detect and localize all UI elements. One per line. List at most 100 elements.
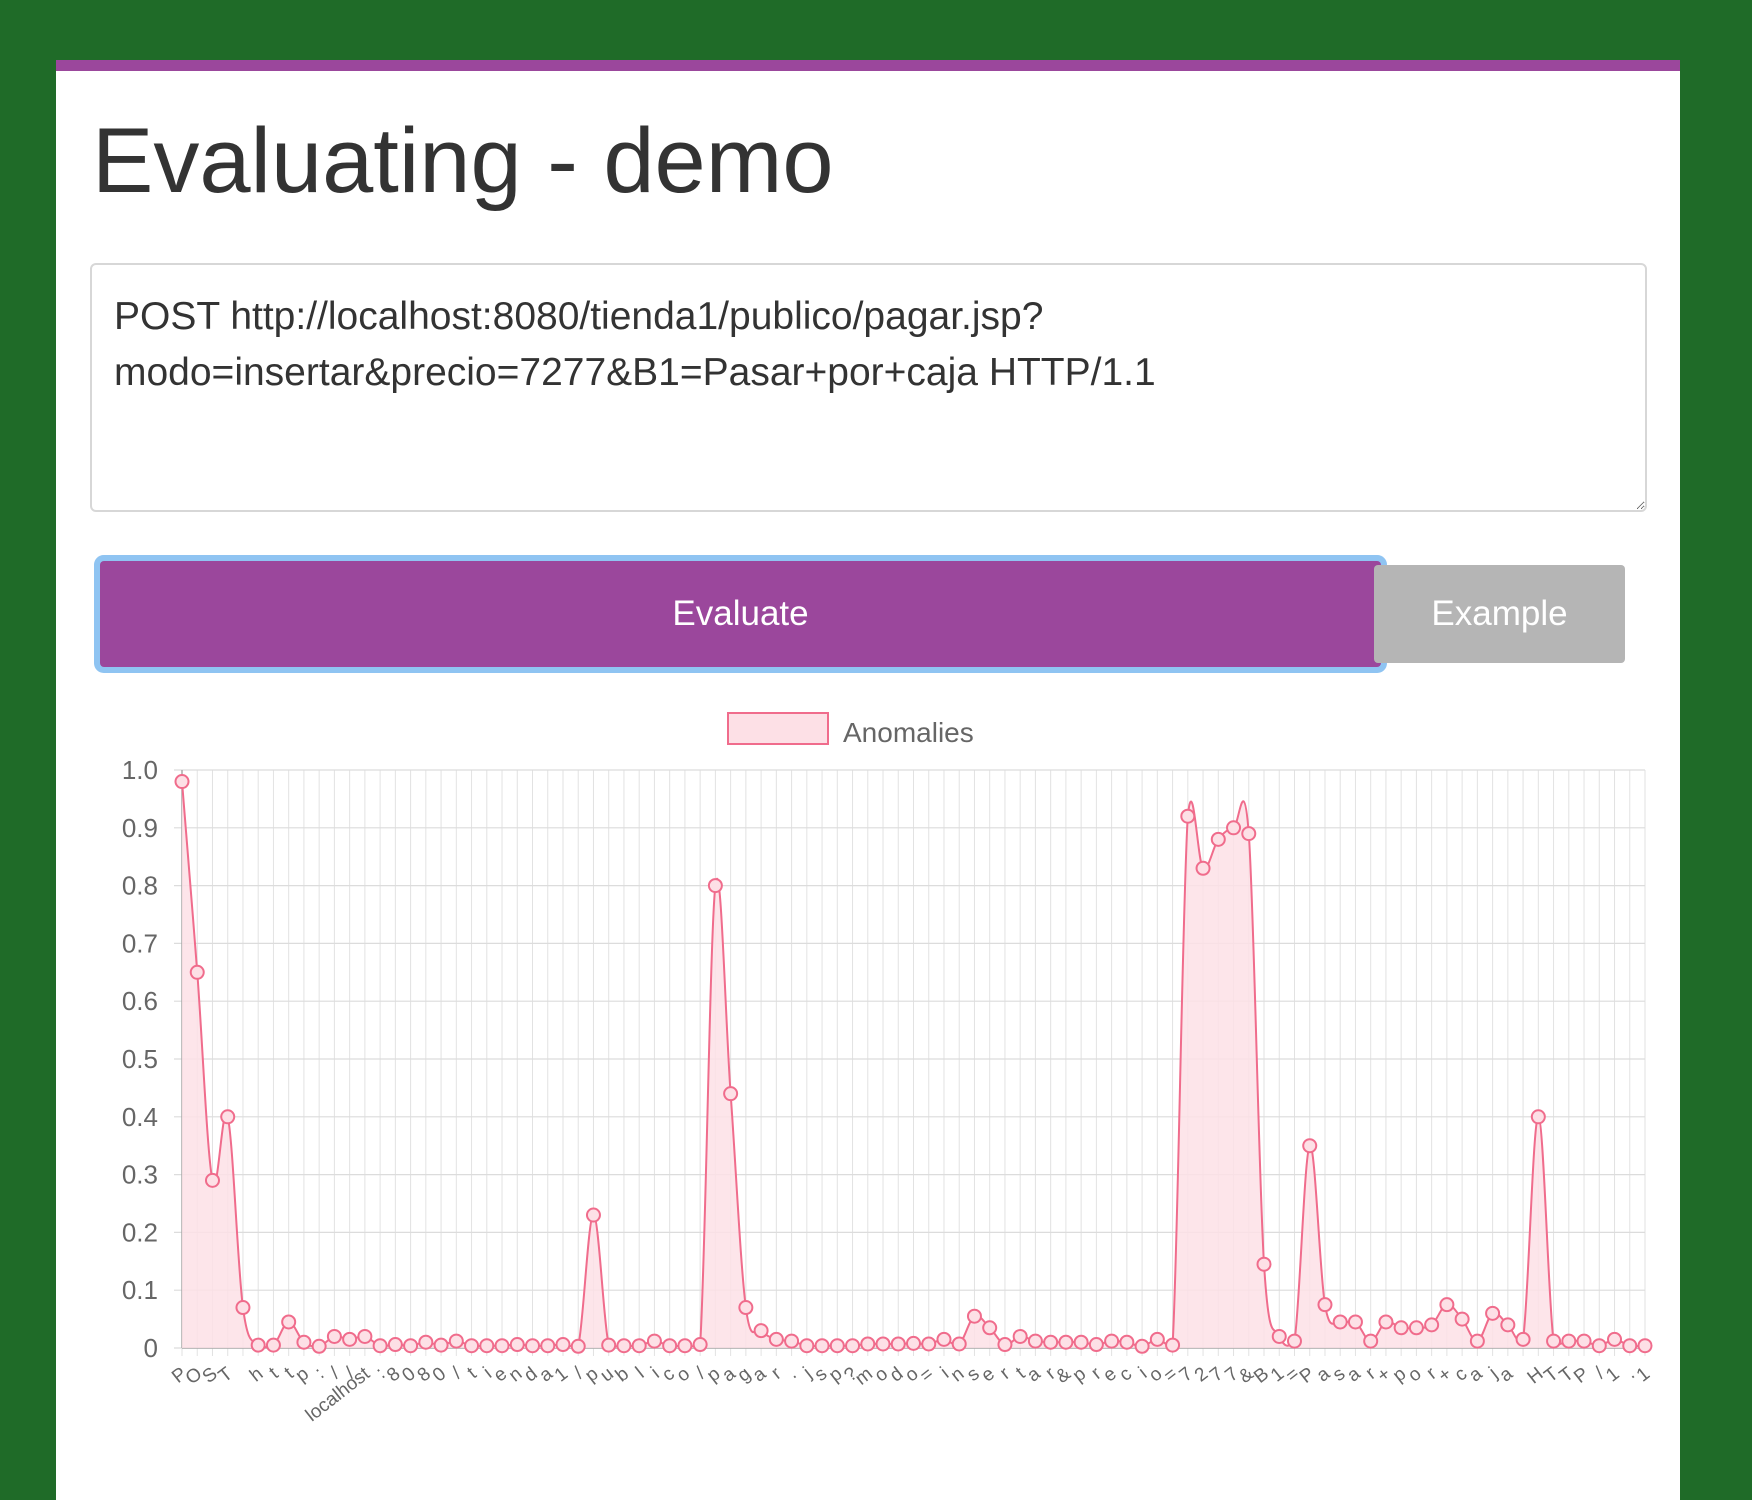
data-point (311, 1338, 327, 1354)
x-tick-label: p (292, 1363, 313, 1386)
data-point (1591, 1338, 1607, 1354)
data-point (235, 1300, 251, 1316)
x-tick-label: b (612, 1363, 633, 1386)
data-point (433, 1337, 449, 1353)
y-tick-label: 0 (144, 1333, 158, 1363)
y-tick-label: 0.3 (122, 1160, 158, 1190)
data-point (814, 1338, 830, 1354)
data-point (951, 1336, 967, 1352)
data-point (1515, 1331, 1531, 1347)
data-point (1226, 820, 1242, 836)
data-point (494, 1338, 510, 1354)
x-tick-label: c (1116, 1363, 1136, 1385)
y-tick-label: 0.4 (122, 1102, 158, 1132)
data-point (997, 1337, 1013, 1353)
data-point (372, 1338, 388, 1354)
data-point (601, 1337, 617, 1353)
data-point (342, 1331, 358, 1347)
x-tick-label: 1 (551, 1363, 572, 1386)
data-point (1332, 1314, 1348, 1330)
data-point (357, 1328, 373, 1344)
data-point (418, 1334, 434, 1350)
data-point (1439, 1297, 1455, 1313)
data-point (799, 1338, 815, 1354)
y-tick-label: 1.0 (122, 755, 158, 785)
legend-label: Anomalies (843, 717, 974, 748)
data-point (966, 1308, 982, 1324)
data-point (1393, 1320, 1409, 1336)
data-point (448, 1333, 464, 1349)
data-point (1195, 860, 1211, 876)
x-tick-label: l (632, 1363, 648, 1382)
x-tick-label: h (246, 1363, 267, 1386)
data-point (1134, 1338, 1150, 1354)
x-tick-label: 0 (429, 1363, 450, 1386)
data-point (1165, 1337, 1181, 1353)
x-tick-label: 1 (1602, 1363, 1623, 1386)
data-point (1012, 1328, 1028, 1344)
data-point (1637, 1338, 1653, 1354)
data-point (1088, 1337, 1104, 1353)
data-point (707, 878, 723, 894)
data-point (555, 1337, 571, 1353)
data-point (1256, 1256, 1272, 1272)
data-point (890, 1336, 906, 1352)
data-point (204, 1172, 220, 1188)
x-tick-label: P (1570, 1363, 1593, 1387)
data-point (281, 1314, 297, 1330)
data-point (1622, 1338, 1638, 1354)
data-point (250, 1337, 266, 1353)
data-point (1454, 1311, 1470, 1327)
data-point (1241, 826, 1257, 842)
data-point (829, 1338, 845, 1354)
data-point (1180, 808, 1196, 824)
data-point (1104, 1333, 1120, 1349)
data-point (768, 1331, 784, 1347)
data-point (509, 1337, 525, 1353)
data-point (1286, 1333, 1302, 1349)
data-point (1210, 831, 1226, 847)
data-point (982, 1320, 998, 1336)
data-point (631, 1338, 647, 1354)
data-point (464, 1338, 480, 1354)
data-point (1027, 1333, 1043, 1349)
data-point (738, 1300, 754, 1316)
data-point (189, 964, 205, 980)
data-point (1073, 1334, 1089, 1350)
y-tick-label: 0.1 (122, 1275, 158, 1305)
data-point (1576, 1333, 1592, 1349)
legend-swatch (727, 712, 829, 745)
data-point (265, 1337, 281, 1353)
x-tick-label: = (916, 1363, 938, 1386)
data-point (1424, 1317, 1440, 1333)
data-point (692, 1337, 708, 1353)
data-point (1530, 1109, 1546, 1125)
data-point (1607, 1331, 1623, 1347)
data-point (1546, 1333, 1562, 1349)
data-point (220, 1109, 236, 1125)
data-point (1363, 1333, 1379, 1349)
x-tick-label: a (1465, 1363, 1487, 1386)
anomalies-chart: 1.00.90.80.70.60.50.40.30.20.10POST http… (122, 712, 1654, 1426)
y-tick-label: 0.5 (122, 1044, 158, 1074)
data-point (677, 1338, 693, 1354)
data-point (1119, 1334, 1135, 1350)
data-point (540, 1338, 556, 1354)
data-point (1347, 1314, 1363, 1330)
data-point (479, 1338, 495, 1354)
data-point (387, 1337, 403, 1353)
data-point (1500, 1317, 1516, 1333)
y-tick-label: 0.6 (122, 986, 158, 1016)
data-point (1408, 1320, 1424, 1336)
y-tick-label: 0.2 (122, 1217, 158, 1247)
x-tick-label: T (215, 1363, 237, 1387)
data-point (1149, 1331, 1165, 1347)
data-point (585, 1207, 601, 1223)
x-tick-label: localhost (302, 1363, 375, 1426)
data-point (1058, 1334, 1074, 1350)
data-point (296, 1334, 312, 1350)
data-point (174, 774, 190, 790)
data-point (723, 1086, 739, 1102)
x-tick-label: o (673, 1363, 694, 1386)
data-point (525, 1338, 541, 1354)
